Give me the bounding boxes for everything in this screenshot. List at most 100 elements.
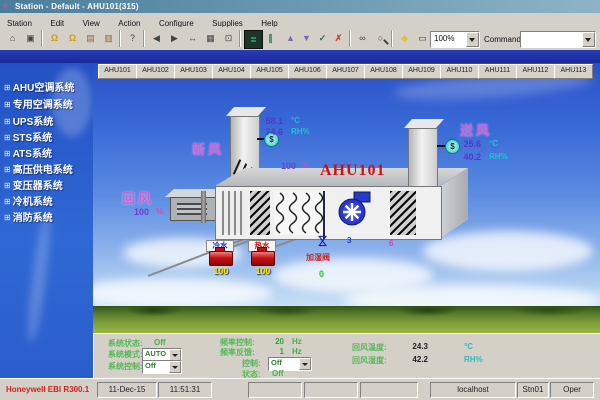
point-mark: 3 <box>347 236 351 245</box>
hot-water-valve[interactable] <box>251 251 275 266</box>
sidebar-item-label: STS系统 <box>13 133 52 144</box>
ra-temp-label: 回风温度: <box>352 342 387 353</box>
sidebar-item-label: AHU空调系统 <box>13 83 75 94</box>
expand-icon: ⊞ <box>4 181 11 190</box>
associated-display-icon[interactable]: ⌂ <box>4 30 21 47</box>
tab-ahu112[interactable]: AHU112 <box>516 64 555 79</box>
control-panel: 系统状态: Off 系统模式: AUTO 系统控制: Off 频率控制: 20 … <box>93 333 600 380</box>
message-summary-icon[interactable]: ? <box>124 30 141 47</box>
lower-icon[interactable]: ▼ <box>298 30 315 47</box>
expand-icon: ⊞ <box>4 117 11 126</box>
sidebar-item-label: 高压供电系统 <box>13 165 73 176</box>
tab-ahu101[interactable]: AHU101 <box>98 64 137 79</box>
tab-ahu111[interactable]: AHU111 <box>478 64 517 79</box>
zoom-level-combo[interactable]: 100% <box>430 31 480 48</box>
status-time: 11:51:31 <box>158 382 212 398</box>
return-damper-value: 100 <box>129 207 149 217</box>
command-input[interactable] <box>524 33 582 46</box>
status-station: Stn01 <box>517 382 549 398</box>
tab-ahu107[interactable]: AHU107 <box>326 64 365 79</box>
snapshot-icon[interactable]: ⊡ <box>220 30 237 47</box>
accept-icon[interactable]: ✓ <box>314 30 331 47</box>
tab-ahu104[interactable]: AHU104 <box>212 64 251 79</box>
tab-ahu113[interactable]: AHU113 <box>554 64 593 79</box>
sidebar-item-ahu[interactable]: ⊞AHU空调系统 <box>4 78 93 93</box>
supply-air-tower-top <box>404 119 444 128</box>
sidebar-item-transformer[interactable]: ⊞变压器系统 <box>4 176 93 191</box>
sidebar-item-hv-power[interactable]: ⊞高压供电系统 <box>4 160 93 175</box>
sys-control-value: Off <box>145 361 156 371</box>
freq-control-value: 20 <box>266 337 284 346</box>
expand-icon: ⊞ <box>4 197 11 206</box>
sys-mode-value: AUTO <box>145 349 166 359</box>
return-damper-unit: % <box>156 207 163 216</box>
chevron-down-icon[interactable] <box>466 32 479 47</box>
system-status-icon[interactable]: ≣ <box>244 30 263 49</box>
capture-icon[interactable]: ▭ <box>414 30 431 47</box>
tab-ahu109[interactable]: AHU109 <box>402 64 441 79</box>
tab-ahu110[interactable]: AHU110 <box>440 64 479 79</box>
sensor-lead <box>437 145 445 147</box>
supply-air-temp-value: 25.6 <box>457 139 481 149</box>
command-combo[interactable] <box>520 31 596 48</box>
pan-icon[interactable]: ◆ <box>396 30 413 47</box>
command-label: Command <box>484 35 521 44</box>
reject-icon[interactable]: ✗ <box>330 30 347 47</box>
tab-ahu102[interactable]: AHU102 <box>136 64 175 79</box>
alarm-page-icon[interactable]: ▤ <box>82 30 99 47</box>
find-icon[interactable]: ∞ <box>354 30 371 47</box>
expand-icon: ⊞ <box>4 213 11 222</box>
page-forward-icon[interactable]: ▶ <box>166 30 183 47</box>
sidebar-item-label: 消防系统 <box>13 213 53 224</box>
sidebar-item-sts[interactable]: ⊞STS系统 <box>4 128 93 143</box>
coil-section <box>274 191 326 235</box>
chevron-down-icon[interactable] <box>299 358 311 370</box>
freq-feedback-label: 频率反馈: <box>220 347 255 358</box>
sidebar-item-chiller[interactable]: ⊞冷机系统 <box>4 192 93 207</box>
ra-temp-value: 24.3 <box>396 342 428 351</box>
fresh-air-rh-value: 74.6 <box>259 127 283 137</box>
chevron-down-icon[interactable] <box>582 32 595 47</box>
tab-ahu103[interactable]: AHU103 <box>174 64 213 79</box>
zoom-tool-icon[interactable]: ○ <box>372 30 389 47</box>
sys-control-select[interactable]: Off <box>142 360 182 374</box>
alarm-summary-icon[interactable]: Ω <box>46 30 63 47</box>
ra-temp-unit: °C <box>464 342 473 351</box>
humidifier-value: 0 <box>319 269 324 279</box>
detail-display-icon[interactable]: ▣ <box>22 30 39 47</box>
expand-icon: ⊞ <box>4 149 11 158</box>
sys-control-label: 系统控制: <box>108 361 143 372</box>
cold-valve-position: 100 <box>211 266 231 276</box>
sidebar-item-ats[interactable]: ⊞ATS系统 <box>4 144 93 159</box>
window-title: Station - Default - AHU101(315) <box>15 1 139 12</box>
humidifier-pipe <box>323 191 325 239</box>
graphic-display: AHU101 AHU102 AHU103 AHU104 AHU105 AHU10… <box>93 63 600 378</box>
expand-icon: ⊞ <box>4 133 11 142</box>
display-recall-icon[interactable]: ↔ <box>184 30 201 47</box>
supply-air-rh-value: 40.2 <box>457 152 481 162</box>
sidebar-item-fire[interactable]: ⊞消防系统 <box>4 208 93 223</box>
page-back-icon[interactable]: ◀ <box>148 30 165 47</box>
sidebar-item-label: 专用空调系统 <box>13 100 73 111</box>
app-icon: ✳ <box>2 1 10 12</box>
freq-control-unit: Hz <box>292 337 302 346</box>
supply-air-rh-unit: RH% <box>489 152 508 161</box>
tab-ahu106[interactable]: AHU106 <box>288 64 327 79</box>
status-host: localhost <box>430 382 516 398</box>
title-bar[interactable]: ✳ Station - Default - AHU101(315) <box>0 0 600 13</box>
cold-water-valve[interactable] <box>209 251 233 266</box>
sidebar-item-label: 冷机系统 <box>13 197 53 208</box>
tab-ahu108[interactable]: AHU108 <box>364 64 403 79</box>
alarm-silence-icon[interactable]: ▥ <box>100 30 117 47</box>
sidebar-item-label: 变压器系统 <box>13 181 63 192</box>
chevron-down-icon[interactable] <box>169 361 181 373</box>
print-icon[interactable]: ▦ <box>202 30 219 47</box>
tab-ahu105[interactable]: AHU105 <box>250 64 289 79</box>
sidebar-item-special-ac[interactable]: ⊞专用空调系统 <box>4 95 93 110</box>
raise-icon[interactable]: ▲ <box>282 30 299 47</box>
humidifier-valve-icon[interactable]: ⋈ <box>315 235 331 248</box>
status-cell-empty <box>304 382 358 398</box>
sidebar-item-ups[interactable]: ⊞UPS系统 <box>4 112 93 127</box>
alarm-ack-icon[interactable]: Ω <box>64 30 81 47</box>
trend-icon[interactable]: ∥ <box>262 30 279 47</box>
